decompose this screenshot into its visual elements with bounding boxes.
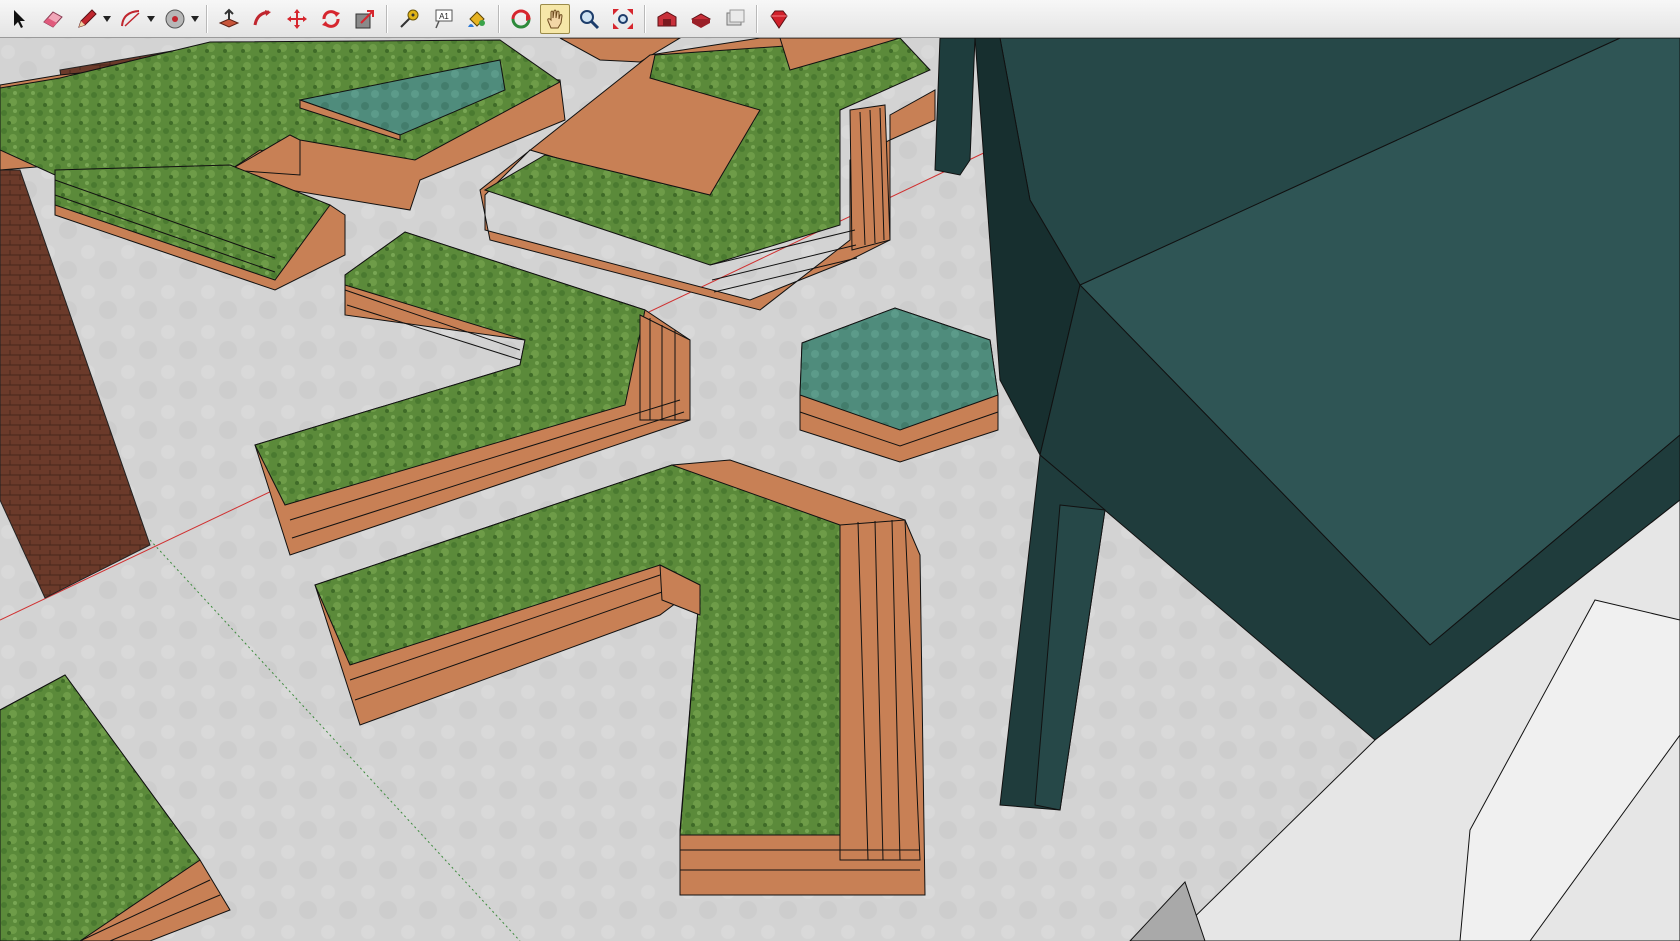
toolbar-separator: [644, 4, 646, 33]
toolbar: A1: [0, 0, 1680, 38]
circle-tool-button[interactable]: [160, 4, 190, 34]
pencil-icon: [78, 8, 97, 28]
arrow-pointer-icon: [14, 9, 25, 28]
toolbar-separator: [756, 4, 758, 33]
modeling-viewport[interactable]: [0, 38, 1680, 941]
pencil-tool-button[interactable]: [72, 4, 102, 34]
zoom-tool-button[interactable]: [574, 4, 604, 34]
move-tool-button[interactable]: [282, 4, 312, 34]
share-model-button[interactable]: [686, 4, 716, 34]
ruby-icon: [770, 10, 788, 29]
text-tool-label: A1: [439, 12, 449, 21]
paint-bucket-icon: [468, 10, 485, 27]
scale-icon: [355, 9, 374, 28]
paint-bucket-tool-button[interactable]: [462, 4, 492, 34]
pencil-dropdown-button[interactable]: [102, 4, 112, 34]
share-model-icon: [690, 12, 712, 28]
extension-warehouse-button[interactable]: [764, 4, 794, 34]
get-models-icon: [726, 9, 745, 25]
arc-tool-button[interactable]: [116, 4, 146, 34]
get-models-button[interactable]: [720, 4, 750, 34]
toolbar-separator: [498, 4, 500, 33]
warehouse-icon: [657, 10, 677, 26]
push-pull-icon: [218, 8, 240, 28]
text-tool-button[interactable]: A1: [428, 4, 458, 34]
eraser-tool-button[interactable]: [38, 4, 68, 34]
tape-measure-tool-button[interactable]: [394, 4, 424, 34]
follow-me-icon: [253, 9, 271, 25]
orbit-tool-button[interactable]: [506, 4, 536, 34]
push-pull-tool-button[interactable]: [214, 4, 244, 34]
circle-dropdown-button[interactable]: [190, 4, 200, 34]
scene-drawing: [0, 38, 1680, 941]
pan-tool-button[interactable]: [540, 3, 570, 34]
move-icon: [287, 8, 307, 29]
eraser-icon: [43, 10, 63, 28]
sketchup-window: A1: [0, 0, 1680, 941]
text-icon: A1: [435, 9, 453, 28]
toolbar-separator: [386, 4, 388, 33]
chevron-down-icon: [147, 15, 155, 22]
hand-icon: [547, 9, 563, 28]
scale-tool-button[interactable]: [350, 4, 380, 34]
arc-dropdown-button[interactable]: [146, 4, 156, 34]
toolbar-separator: [206, 4, 208, 33]
follow-me-tool-button[interactable]: [248, 4, 278, 34]
rotate-icon: [322, 9, 340, 28]
3d-warehouse-button[interactable]: [652, 4, 682, 34]
select-tool-button[interactable]: [4, 4, 34, 34]
orbit-icon: [511, 9, 531, 28]
chevron-down-icon: [191, 15, 199, 22]
tape-measure-icon: [400, 9, 419, 28]
magnifier-icon: [580, 9, 600, 29]
rotate-tool-button[interactable]: [316, 4, 346, 34]
arc-icon: [121, 9, 140, 27]
chevron-down-icon: [103, 15, 111, 22]
circle-icon: [165, 9, 185, 28]
zoom-extents-tool-button[interactable]: [608, 4, 638, 34]
zoom-extents-icon: [613, 8, 633, 29]
